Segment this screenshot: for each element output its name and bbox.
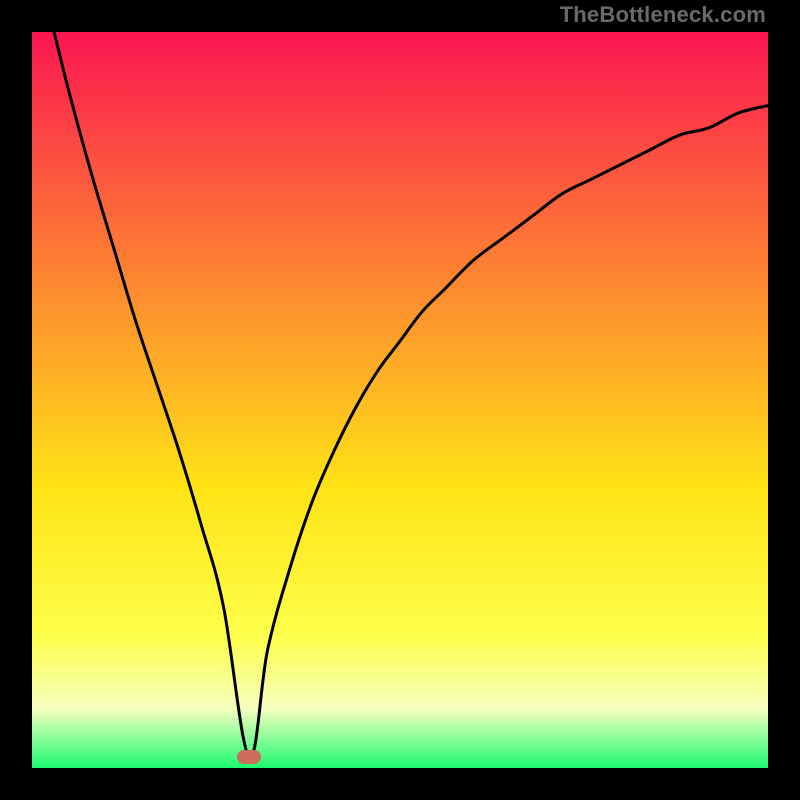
- watermark-text: TheBottleneck.com: [560, 2, 766, 28]
- plot-area: [32, 32, 768, 768]
- minimum-marker: [237, 750, 261, 764]
- bottleneck-curve: [32, 32, 768, 768]
- chart-frame: TheBottleneck.com: [0, 0, 800, 800]
